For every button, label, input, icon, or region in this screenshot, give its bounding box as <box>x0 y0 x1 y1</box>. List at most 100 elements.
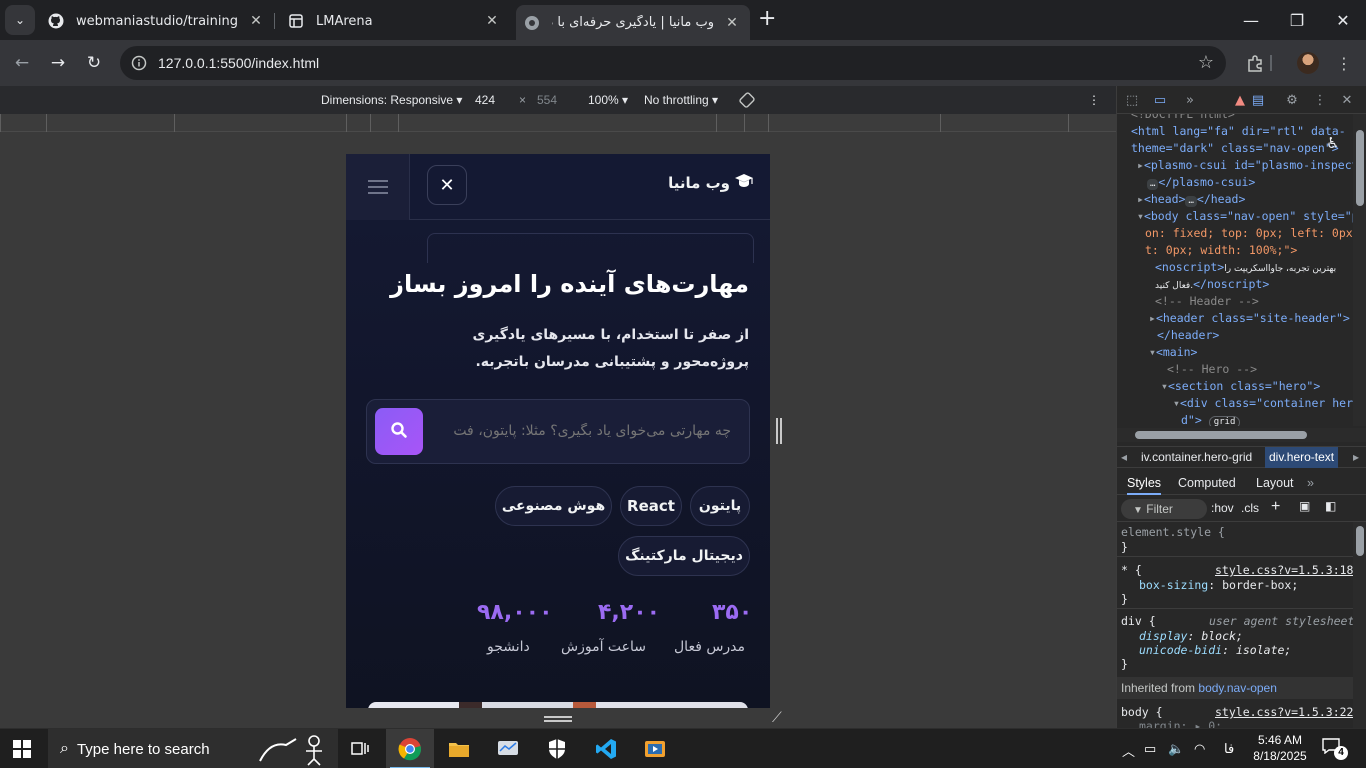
device-options-icon[interactable]: ⋮ <box>1088 93 1100 107</box>
accessibility-icon[interactable]: ♿ <box>1326 134 1339 152</box>
zoom-dropdown[interactable]: 100% ▾ <box>588 93 628 107</box>
scroll-thumb[interactable] <box>1356 526 1364 556</box>
dom-div-line-1[interactable]: ▾<div class="container hero <box>1173 395 1353 412</box>
media-player-icon[interactable] <box>631 729 679 768</box>
width-input[interactable]: 424 <box>475 93 495 107</box>
div-selector[interactable]: div { <box>1121 614 1156 628</box>
devtools-menu-icon[interactable]: ⋮ <box>1312 92 1328 108</box>
new-tab-button[interactable]: + <box>758 8 776 30</box>
battery-icon[interactable]: ▭ <box>1144 741 1156 757</box>
dom-header-line[interactable]: ▸<header class="site-header"> <box>1149 310 1350 327</box>
site-logo[interactable]: وب مانیا <box>668 173 754 193</box>
profile-avatar[interactable] <box>1297 52 1319 74</box>
task-view-icon[interactable] <box>336 729 384 768</box>
breadcrumb-item[interactable]: iv.container.hero-grid <box>1141 450 1252 464</box>
warning-icon[interactable]: ▲ <box>1232 92 1248 108</box>
settings-gear-icon[interactable]: ⚙ <box>1284 92 1300 108</box>
breadcrumb-item-selected[interactable]: div.hero-text <box>1265 447 1339 468</box>
tab-github[interactable]: webmaniastudio/training ✕ <box>44 5 274 37</box>
address-bar[interactable]: 127.0.0.1:5500/index.html ☆ <box>120 46 1226 80</box>
tab-computed[interactable]: Computed <box>1178 476 1236 490</box>
tab-styles[interactable]: Styles <box>1127 476 1162 495</box>
dom-head-line[interactable]: ▸<head>… </head> <box>1137 191 1245 208</box>
more-tabs-icon[interactable]: » <box>1307 476 1314 490</box>
resize-corner-icon[interactable]: ⟋ <box>772 710 782 726</box>
tab-search-button[interactable]: ⌄ <box>5 5 35 35</box>
vscode-icon[interactable] <box>582 729 630 768</box>
tab-lmarena[interactable]: LMArena ✕ <box>280 5 510 37</box>
height-input[interactable]: 554 <box>537 93 557 107</box>
bookmark-star-icon[interactable]: ☆ <box>1198 52 1214 73</box>
system-clock[interactable]: 5:46 AM 8/18/2025 <box>1250 732 1310 764</box>
toggle-sidebar-icon[interactable]: ◧ <box>1325 499 1336 513</box>
nav-close-button[interactable]: ✕ <box>427 165 467 205</box>
dom-div-line-2[interactable]: d"> grid <box>1181 412 1241 426</box>
rotate-icon[interactable] <box>738 91 756 112</box>
chrome-taskbar-icon[interactable] <box>386 729 434 768</box>
scroll-thumb[interactable] <box>1135 431 1307 439</box>
dom-section-line[interactable]: ▾<section class="hero"> <box>1161 378 1320 395</box>
issues-icon[interactable]: ▤ <box>1250 92 1266 108</box>
star-source-link[interactable]: style.css?v=1.5.3:18 <box>1215 563 1353 577</box>
dom-plasmo-line-1[interactable]: ▸<plasmo-csui id="plasmo-inspecto <box>1137 157 1353 174</box>
paint-brush-icon[interactable]: ▣ <box>1299 499 1310 513</box>
dom-body-line-3[interactable]: t: 0px; width: 100%;"> <box>1145 242 1297 259</box>
device-toggle-icon[interactable]: ▭ <box>1152 92 1168 108</box>
dom-comment-header[interactable]: <!-- Header --> <box>1155 293 1259 310</box>
tab-layout[interactable]: Layout <box>1256 476 1294 490</box>
elements-hscrollbar[interactable] <box>1117 428 1366 442</box>
dom-html-line-1[interactable]: <html lang="fa" dir="rtl" data- <box>1131 123 1346 140</box>
restore-icon[interactable]: ❐ <box>1274 0 1320 40</box>
cls-toggle[interactable]: .cls <box>1241 501 1259 515</box>
star-selector[interactable]: * { <box>1121 563 1142 577</box>
course-search-input[interactable] <box>431 416 731 446</box>
tab-webmania[interactable]: وب مانیا | یادگیری حرفه‌ای با طعم ✕ <box>516 5 750 40</box>
extensions-icon[interactable] <box>1243 51 1267 75</box>
chip-react[interactable]: React <box>620 486 682 526</box>
kebab-menu-icon[interactable]: ⋮ <box>1332 51 1356 75</box>
hov-toggle[interactable]: :hov <box>1211 501 1234 515</box>
dom-plasmo-line-2[interactable]: … </plasmo-csui> <box>1147 174 1255 191</box>
dom-html-line-2[interactable]: theme="dark" class="nav-open"> <box>1131 140 1339 157</box>
body-selector[interactable]: body { <box>1121 705 1163 719</box>
file-explorer-icon[interactable] <box>435 729 483 768</box>
chip-python[interactable]: پایتون <box>690 486 750 526</box>
window-close-icon[interactable]: ✕ <box>1320 0 1366 40</box>
volume-icon[interactable]: 🔈 <box>1168 741 1184 757</box>
system-monitor-icon[interactable] <box>484 729 532 768</box>
close-icon[interactable]: ✕ <box>722 15 742 31</box>
close-icon[interactable]: ✕ <box>246 13 266 29</box>
inherited-node-link[interactable]: body.nav-open <box>1198 681 1277 695</box>
dom-body-line-1[interactable]: ▾<body class="nav-open" style="po <box>1137 208 1353 225</box>
show-hidden-icons-chevron-icon[interactable]: ︿ <box>1122 741 1135 760</box>
security-shield-icon[interactable] <box>533 729 581 768</box>
resize-handle-bottom[interactable] <box>544 716 572 722</box>
site-info-icon[interactable] <box>124 48 154 78</box>
styles-scrollbar[interactable] <box>1353 522 1366 728</box>
dimensions-dropdown[interactable]: Dimensions: Responsive ▾ <box>321 93 462 107</box>
minimize-icon[interactable]: — <box>1228 0 1274 40</box>
more-panels-icon[interactable]: » <box>1182 92 1198 108</box>
dom-body-line-2[interactable]: on: fixed; top: 0px; left: 0px; <box>1145 225 1353 242</box>
chip-ai[interactable]: هوش مصنوعی <box>495 486 612 526</box>
hamburger-menu-icon[interactable] <box>346 154 410 220</box>
close-icon[interactable]: ✕ <box>482 13 502 29</box>
notification-center-icon[interactable]: 4 <box>1322 738 1348 760</box>
search-button[interactable] <box>375 408 423 455</box>
forward-arrow-icon[interactable]: → <box>44 49 72 77</box>
devtools-close-icon[interactable]: ✕ <box>1339 92 1355 108</box>
element-style-selector[interactable]: element.style { <box>1121 525 1225 539</box>
elements-scrollbar[interactable] <box>1353 114 1366 426</box>
inspect-element-icon[interactable]: ⬚ <box>1124 92 1140 108</box>
styles-filter-input[interactable]: ▼ Filter <box>1121 499 1207 519</box>
breadcrumb-left-arrow-icon[interactable]: ◂ <box>1121 450 1127 464</box>
dom-main-line[interactable]: ▾<main> <box>1149 344 1197 361</box>
input-language[interactable]: فا <box>1224 741 1234 757</box>
throttling-dropdown[interactable]: No throttling ▾ <box>644 93 718 107</box>
collapsed-ellipsis[interactable]: … <box>1147 179 1159 190</box>
grid-badge[interactable]: grid <box>1208 416 1241 426</box>
box-sizing-declaration[interactable]: box-sizing: border-box; <box>1139 578 1298 592</box>
wifi-icon[interactable]: ◠ <box>1194 741 1205 757</box>
dom-comment-hero[interactable]: <!-- Hero --> <box>1167 361 1257 378</box>
new-rule-icon[interactable]: + <box>1271 498 1280 516</box>
